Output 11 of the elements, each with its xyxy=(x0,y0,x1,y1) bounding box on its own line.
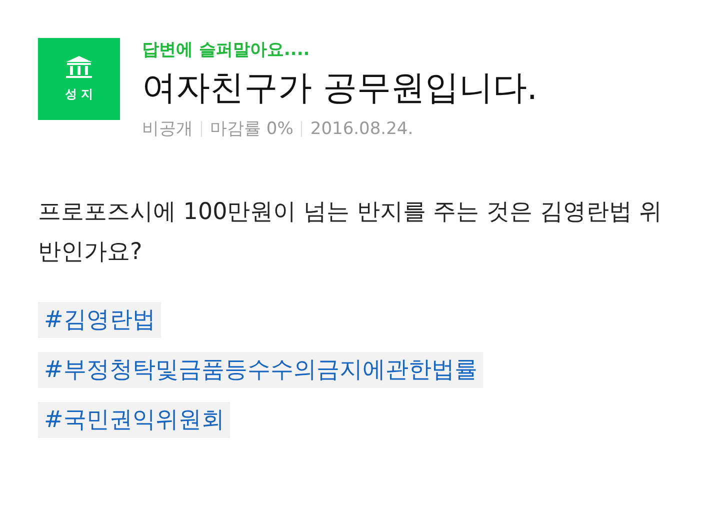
building-icon xyxy=(66,56,92,78)
meta-text: 비공개 xyxy=(142,118,193,140)
hashtag-link[interactable]: #김영란법 xyxy=(38,302,162,338)
question-title: 여자친구가 공무원입니다. xyxy=(142,67,538,110)
meta-text: 마감률 0% xyxy=(210,118,294,140)
subtitle: 답변에 슬퍼말아요.... xyxy=(142,39,311,61)
question-body: 프로포즈시에 100만원이 넘는 반지를 주는 것은 김영란법 위반인가요? xyxy=(38,198,664,267)
hashtag-link[interactable]: #부정청탁및금품등수수의금지에관한법률 xyxy=(38,352,484,388)
meta-text: 2016.08.24. xyxy=(310,118,414,138)
hashtag-link[interactable]: #국민권익위원회 xyxy=(38,402,230,438)
badge-label: 성 지 xyxy=(64,86,94,102)
